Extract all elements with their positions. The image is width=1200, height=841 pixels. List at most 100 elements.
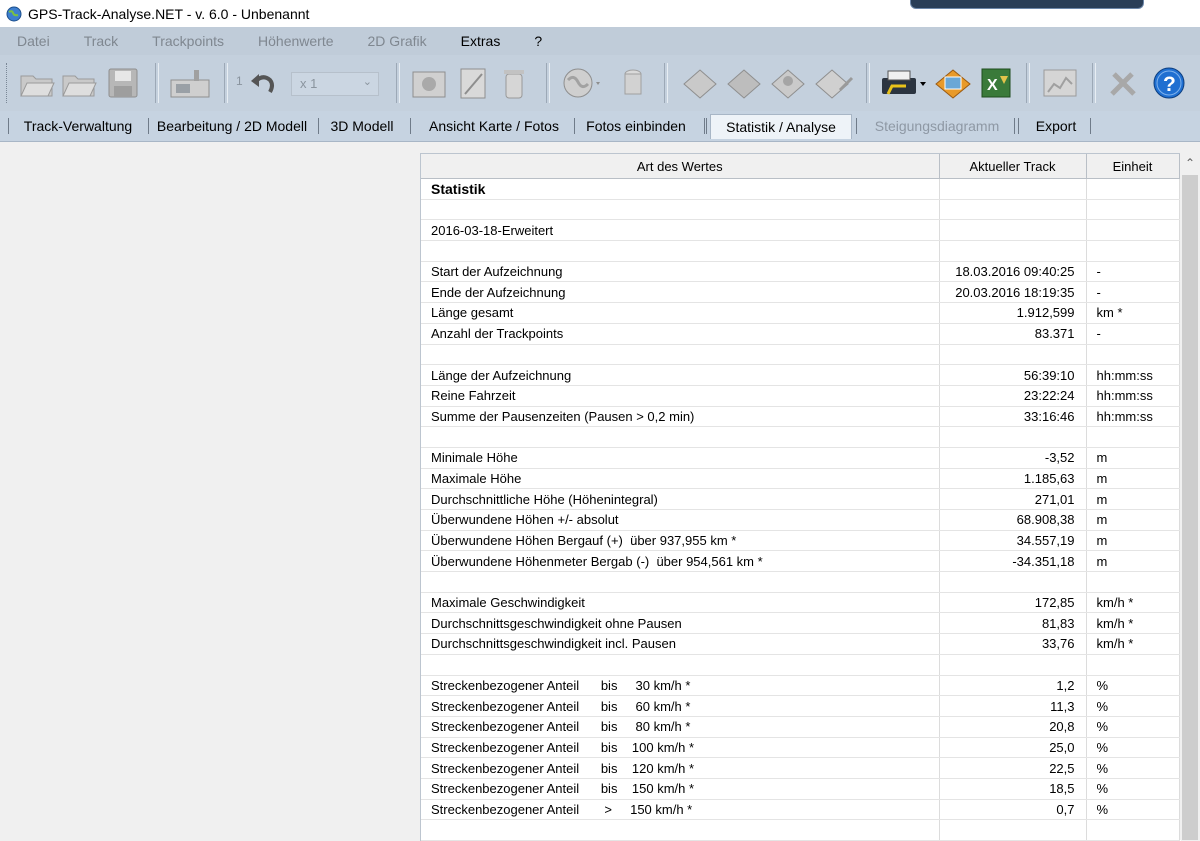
row-name	[421, 240, 940, 262]
row-name: Länge gesamt	[421, 302, 940, 324]
menu-item-1[interactable]: Track	[67, 33, 135, 49]
table-row[interactable]: Streckenbezogener Anteil bis 150 km/h * 1…	[421, 778, 1180, 800]
scrollbar-thumb[interactable]	[1182, 175, 1198, 840]
column-header-value[interactable]: Aktueller Track	[939, 154, 1087, 179]
row-value	[939, 240, 1087, 262]
tab-separator	[8, 118, 9, 134]
table-row[interactable]: Streckenbezogener Anteil bis 80 km/h * 20…	[421, 716, 1180, 738]
table-row[interactable]	[421, 819, 1180, 841]
tab-2[interactable]: 3D Modell	[320, 114, 404, 138]
row-name	[421, 199, 940, 221]
table-row[interactable]	[421, 654, 1180, 676]
row-unit: %	[1086, 799, 1180, 821]
table-row[interactable]: Durchschnittsgeschwindigkeit incl. Pause…	[421, 633, 1180, 655]
vertical-scrollbar[interactable]: ⌃	[1180, 153, 1200, 840]
table-row[interactable]: 2016-03-18-Erweitert	[421, 219, 1180, 242]
row-name: Statistik	[421, 178, 940, 200]
table-row[interactable]	[421, 199, 1180, 221]
row-unit: m	[1086, 509, 1180, 531]
book-icon-3[interactable]	[768, 66, 808, 100]
row-name: Anzahl der Trackpoints	[421, 323, 940, 345]
table-row[interactable]: Streckenbezogener Anteil bis 120 km/h * 2…	[421, 757, 1180, 779]
toolbar-separator	[664, 63, 668, 103]
table-row[interactable]: Überwundene Höhenmeter Bergab (-) über 9…	[421, 550, 1180, 573]
menu-item-2[interactable]: Trackpoints	[135, 33, 241, 49]
database-icon[interactable]	[618, 66, 648, 100]
table-row[interactable]	[421, 426, 1180, 448]
row-value	[939, 654, 1087, 676]
tab-0[interactable]: Track-Verwaltung	[14, 114, 142, 138]
book-icon-1[interactable]	[680, 66, 720, 100]
delete-bin-icon[interactable]	[498, 66, 530, 100]
table-row[interactable]: Ende der Aufzeichnung 20.03.2016 18:19:35…	[421, 281, 1180, 304]
tab-3[interactable]: Ansicht Karte / Fotos	[414, 114, 574, 138]
tab-6[interactable]: Steigungsdiagramm	[860, 114, 1014, 138]
open-folder-icon[interactable]	[18, 66, 56, 100]
photo-import-icon[interactable]	[410, 66, 448, 100]
table-row[interactable]: Streckenbezogener Anteil bis 60 km/h * 11…	[421, 695, 1180, 717]
table-row[interactable]: Start der Aufzeichnung 18.03.2016 09:40:2…	[421, 261, 1180, 283]
document-edit-icon[interactable]	[456, 66, 490, 100]
book-icon-4[interactable]	[812, 66, 856, 100]
table-row[interactable]: Maximale Geschwindigkeit 172,85 km/h *	[421, 592, 1180, 614]
save-icon[interactable]	[105, 66, 141, 100]
row-value: 18.03.2016 09:40:25	[939, 261, 1087, 283]
table-row[interactable]: Länge der Aufzeichnung 56:39:10 hh:mm:ss	[421, 364, 1180, 386]
settings-tools-icon[interactable]	[1104, 66, 1144, 100]
row-unit	[1086, 426, 1180, 448]
table-row[interactable]: Durchschnittsgeschwindigkeit ohne Pausen…	[421, 612, 1180, 635]
table-row[interactable]: Überwundene Höhen +/- absolut 68.908,38 m	[421, 509, 1180, 531]
left-panel	[0, 142, 420, 840]
row-unit: -	[1086, 261, 1180, 283]
table-row[interactable]: Länge gesamt 1.912,599 km *	[421, 302, 1180, 324]
table-row[interactable]: Streckenbezogener Anteil > 150 km/h * 0,7…	[421, 799, 1180, 821]
table-row[interactable]: Streckenbezogener Anteil bis 100 km/h * 2…	[421, 737, 1180, 759]
table-row[interactable]: Reine Fahrzeit 23:22:24 hh:mm:ss	[421, 385, 1180, 407]
row-unit: hh:mm:ss	[1086, 385, 1180, 407]
menu-item-5[interactable]: Extras	[444, 33, 518, 49]
row-value: 1,2	[939, 675, 1087, 697]
table-row[interactable]: Streckenbezogener Anteil bis 30 km/h * 1,…	[421, 675, 1180, 697]
row-value	[939, 219, 1087, 242]
table-row[interactable]	[421, 571, 1180, 593]
statistics-table[interactable]: Art des Wertes Aktueller Track Einheit S…	[420, 153, 1181, 841]
table-row[interactable]: Überwundene Höhen Bergauf (+) über 937,9…	[421, 530, 1180, 552]
undo-icon[interactable]	[248, 66, 278, 100]
menu-item-6[interactable]: ?	[517, 33, 559, 49]
help-icon[interactable]: ?	[1150, 66, 1188, 100]
print-icon[interactable]	[878, 66, 928, 100]
menu-item-0[interactable]: Datei	[0, 33, 67, 49]
table-row[interactable]: Summe der Pausenzeiten (Pausen > 0,2 min…	[421, 406, 1180, 428]
open-recent-icon[interactable]	[60, 66, 98, 100]
tab-5[interactable]: Statistik / Analyse	[710, 114, 852, 139]
svg-text:X: X	[987, 77, 998, 94]
table-row[interactable]: Maximale Höhe 1.185,63 m	[421, 468, 1180, 490]
tab-7[interactable]: Export	[1026, 114, 1086, 138]
column-header-name[interactable]: Art des Wertes	[421, 154, 940, 179]
column-header-unit[interactable]: Einheit	[1086, 154, 1180, 179]
row-name: Streckenbezogener Anteil > 150 km/h *	[421, 799, 940, 821]
row-value: 81,83	[939, 612, 1087, 635]
chart-icon[interactable]	[1040, 66, 1080, 100]
tab-separator	[1018, 118, 1019, 134]
table-row[interactable]	[421, 344, 1180, 366]
gps-device-icon[interactable]	[168, 66, 212, 100]
excel-export-icon[interactable]: X	[976, 66, 1016, 100]
table-row[interactable]: Anzahl der Trackpoints 83.371-	[421, 323, 1180, 345]
table-row[interactable]: Durchschnittliche Höhe (Höhenintegral) 27…	[421, 488, 1180, 510]
scroll-up-icon[interactable]: ⌃	[1180, 153, 1200, 173]
row-name	[421, 819, 940, 841]
tab-4[interactable]: Fotos einbinden	[578, 114, 694, 138]
book-icon-2[interactable]	[724, 66, 764, 100]
tab-separator	[318, 118, 319, 134]
table-row[interactable]: Minimale Höhe -3,52 m	[421, 447, 1180, 469]
table-row[interactable]	[421, 240, 1180, 262]
menu-item-4[interactable]: 2D Grafik	[351, 33, 444, 49]
row-value: 20.03.2016 18:19:35	[939, 281, 1087, 304]
menu-item-3[interactable]: Höhenwerte	[241, 33, 351, 49]
table-row[interactable]: Statistik	[421, 178, 1180, 200]
globe-icon[interactable]	[560, 66, 604, 100]
tab-1[interactable]: Bearbeitung / 2D Modell	[148, 114, 316, 138]
zoom-select[interactable]: x 1 ⌄	[291, 72, 379, 96]
photo-album-icon[interactable]	[932, 66, 974, 100]
